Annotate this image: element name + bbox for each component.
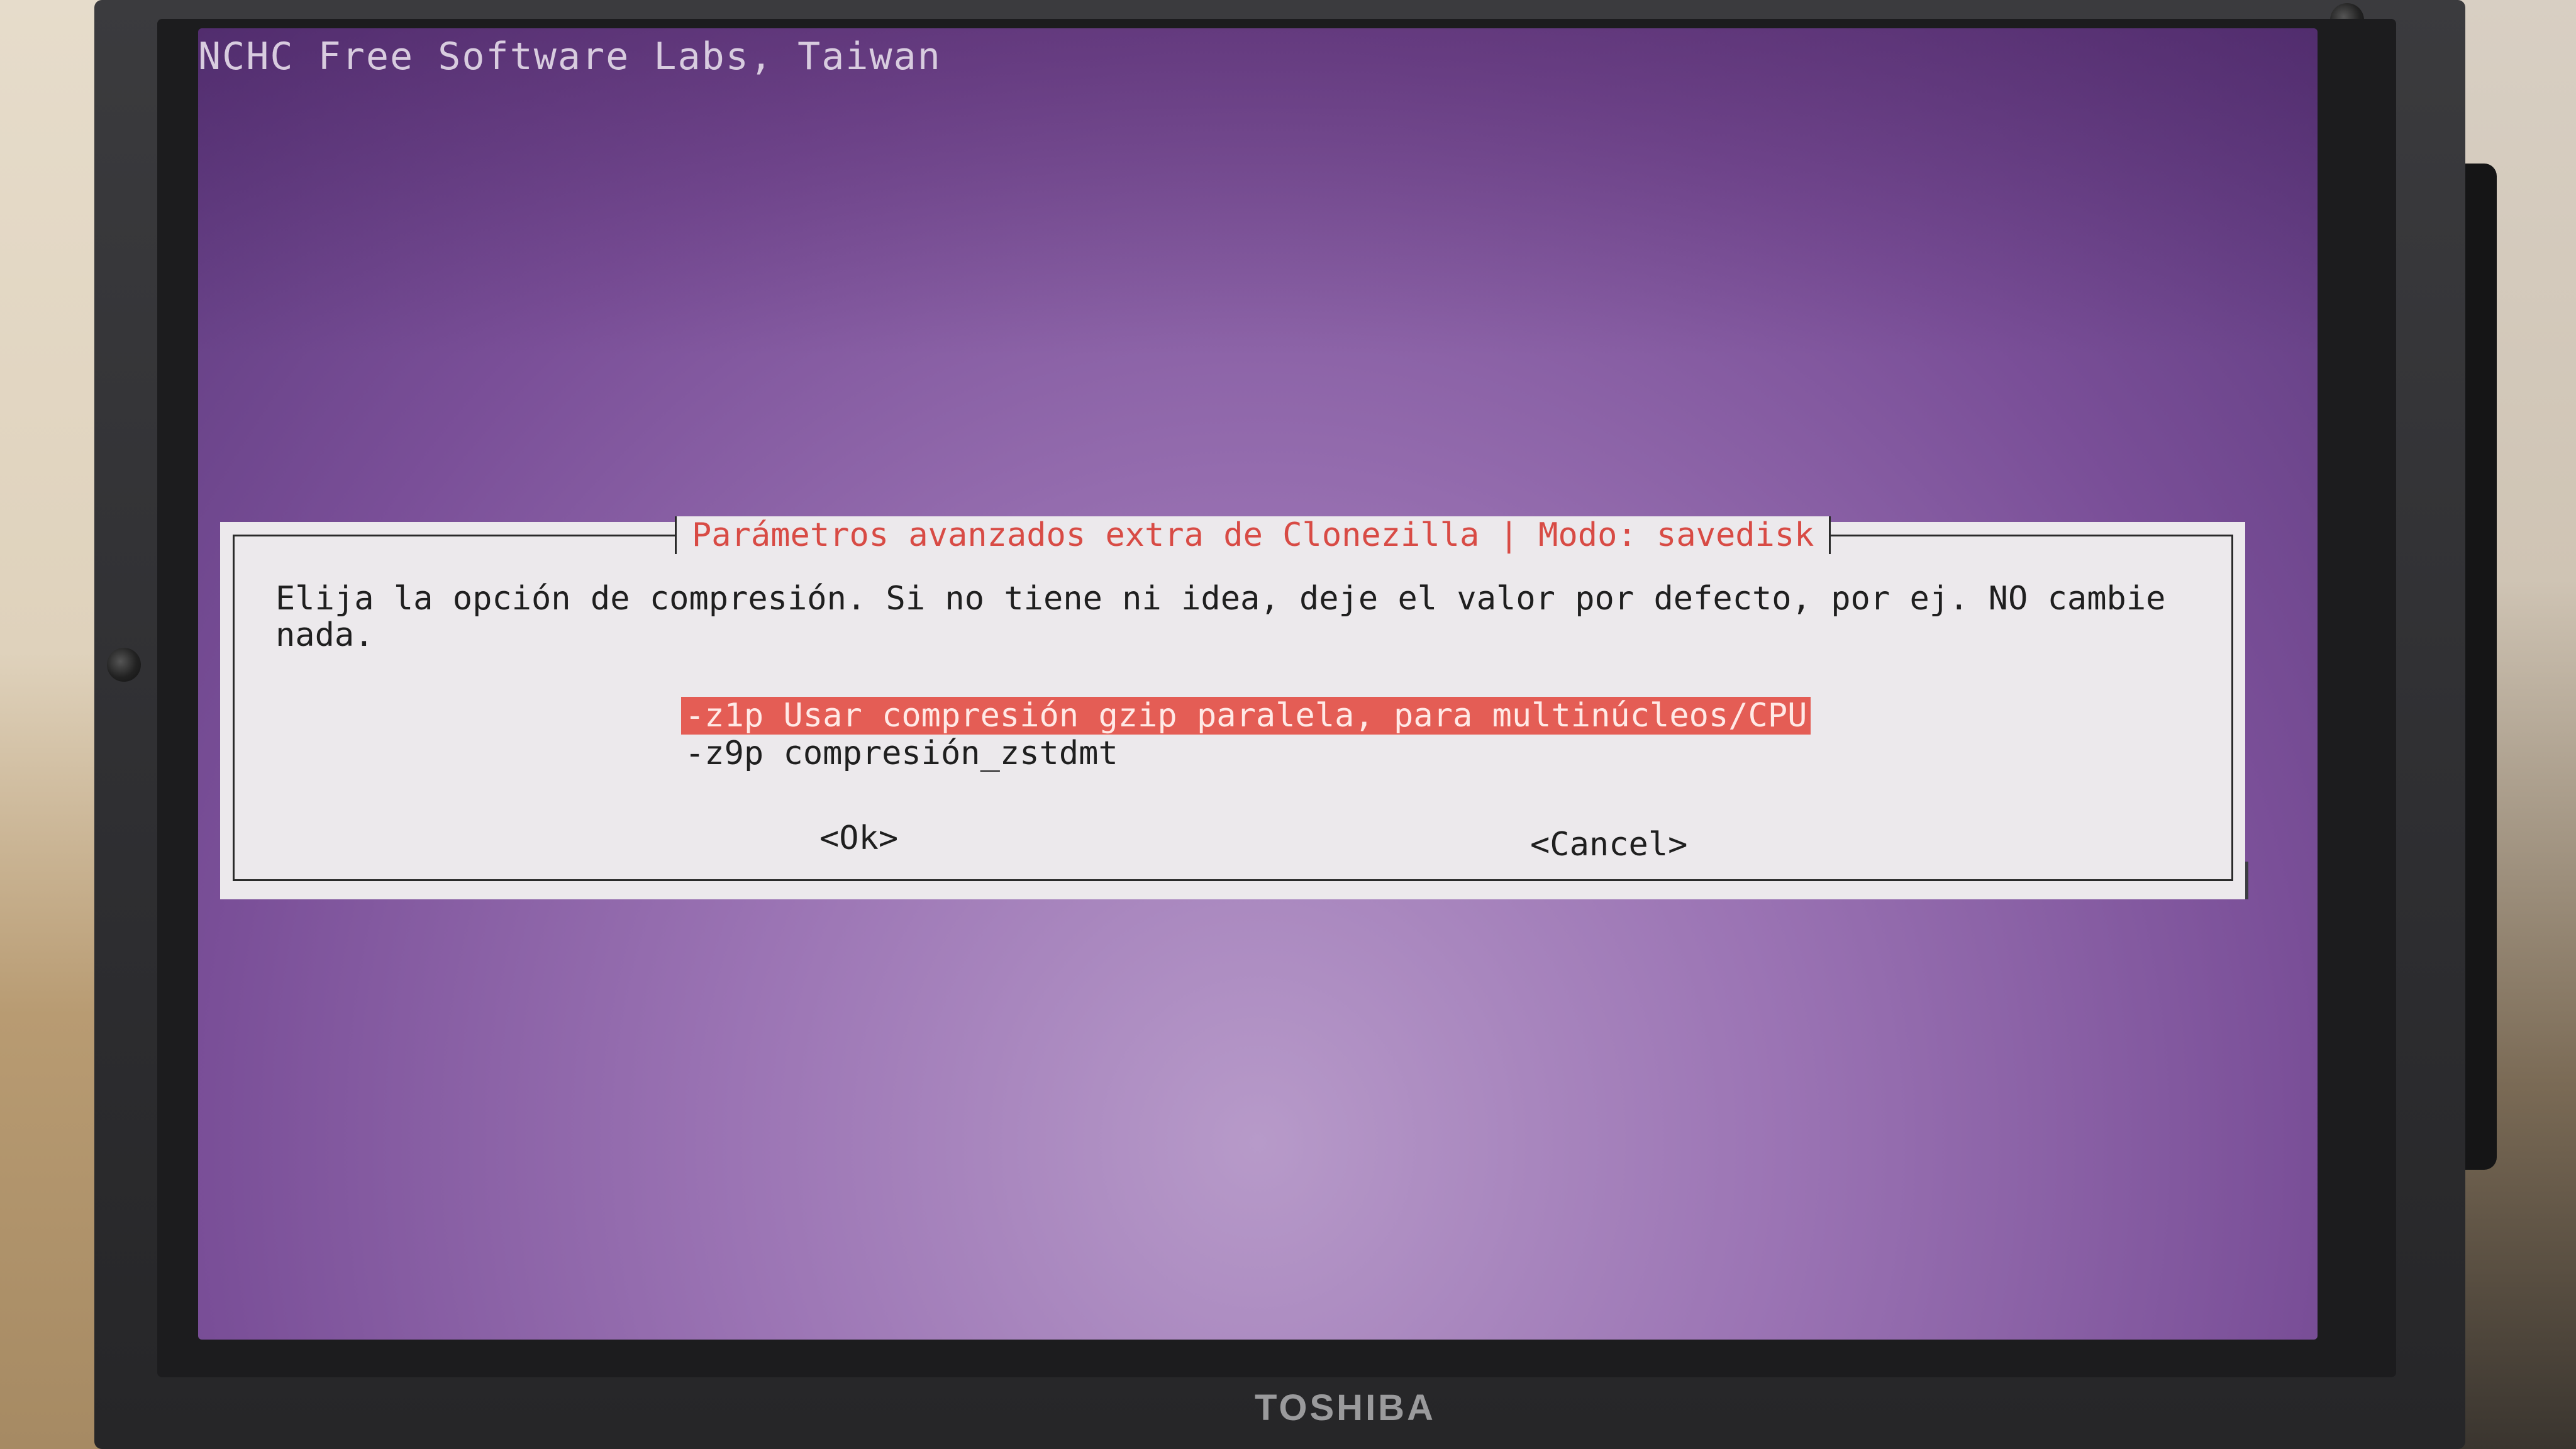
option-z9p[interactable]: -z9p compresión_zstdmt xyxy=(681,735,1122,772)
ok-button[interactable]: <Ok> xyxy=(819,819,898,857)
option-z1p[interactable]: -z1p Usar compresión gzip paralela, para… xyxy=(681,697,1811,735)
brand-logo: TOSHIBA xyxy=(1255,1387,1436,1428)
dialog-title: Parámetros avanzados extra de Clonezilla… xyxy=(675,516,1831,554)
screen-header: NCHC Free Software Labs, Taiwan xyxy=(198,35,941,79)
laptop-screen: NCHC Free Software Labs, Taiwan Parámetr… xyxy=(198,28,2318,1340)
bezel-screw-icon xyxy=(107,648,141,682)
cancel-button[interactable]: <Cancel> xyxy=(1530,826,1687,863)
dialog-frame: Parámetros avanzados extra de Clonezilla… xyxy=(233,516,2233,881)
compression-dialog: Parámetros avanzados extra de Clonezilla… xyxy=(220,516,2245,899)
dialog-prompt: Elija la opción de compresión. Si no tie… xyxy=(275,580,2185,654)
